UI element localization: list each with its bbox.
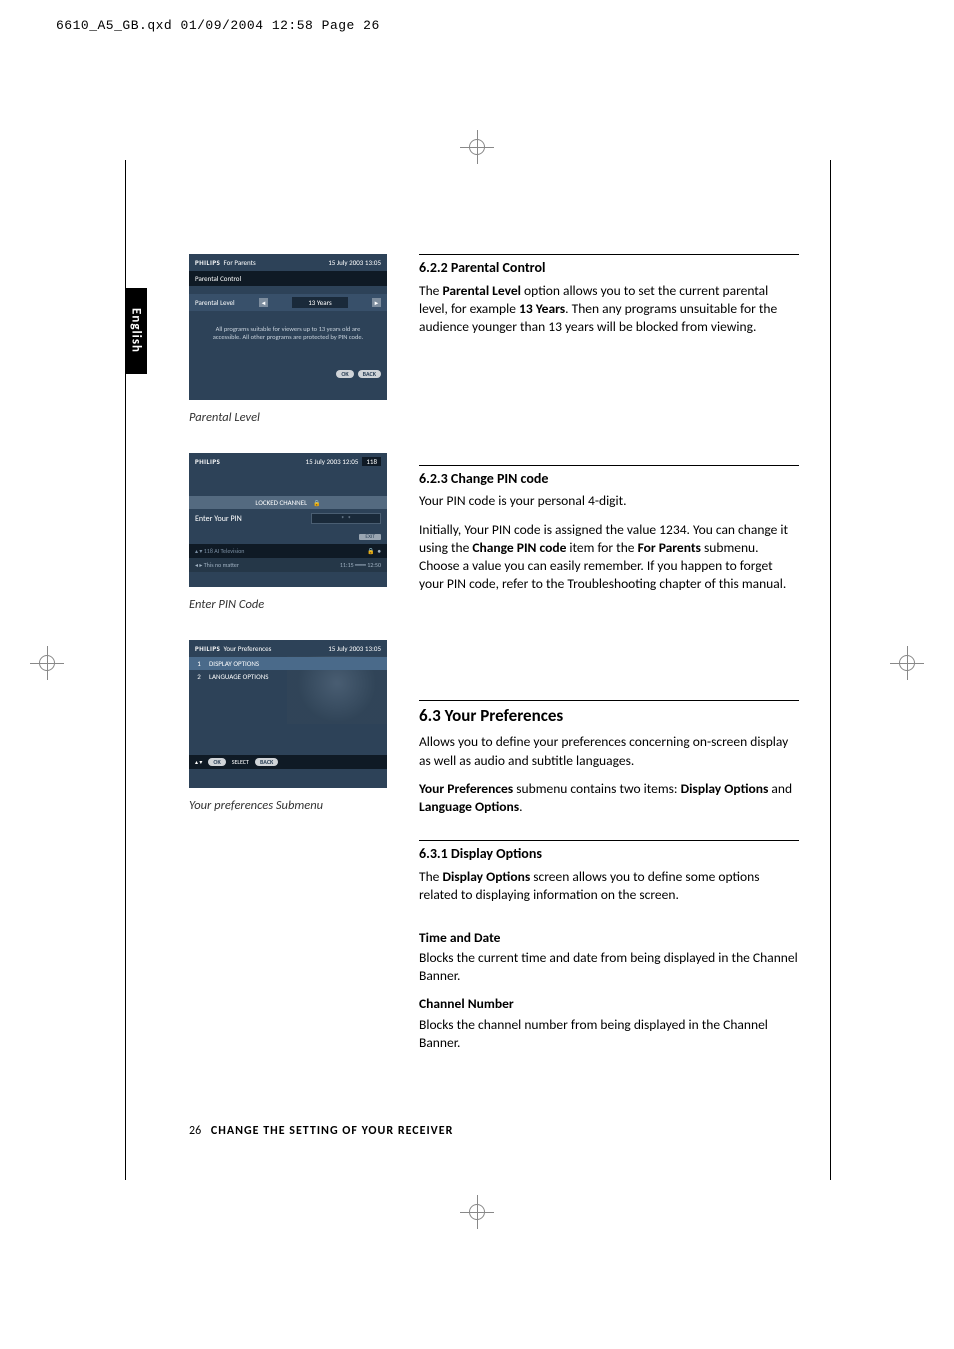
heading-6-3: 6.3 Your Preferences [419, 705, 799, 728]
subhead-time-date: Time and Date [419, 929, 799, 947]
heading-6-3-1: 6.3.1 Display Options [419, 845, 799, 864]
shot2-bot-time: 11:15 [340, 561, 354, 569]
record-icon [377, 547, 381, 555]
shot3-brand-sub: Your Preferences [224, 644, 272, 653]
caption-parental-level: Parental Level [189, 410, 387, 425]
shot2-channel-no: 118 [362, 457, 381, 466]
para-channel-number: Blocks the channel number from being dis… [419, 1016, 799, 1052]
shot2-prompt: Enter Your PIN [195, 514, 242, 524]
print-slug: 6610_A5_GB.qxd 01/09/2004 12:58 Page 26 [56, 18, 380, 33]
lock-icon [313, 498, 320, 507]
screenshot-enter-pin: PHILIPS 15 July 2003 12:05118 LOCKED CHA… [189, 453, 387, 587]
shot1-ok-button: OK [336, 370, 353, 378]
shot3-select: SELECT [232, 758, 249, 766]
language-tab: English [125, 288, 147, 374]
left-arrow-icon: ◄ [259, 298, 268, 307]
shot1-back-button: BACK [358, 370, 381, 378]
shot1-row-value: 13 Years [292, 297, 347, 308]
subhead-channel-number: Channel Number [419, 995, 799, 1013]
left-column: PHILIPS For Parents 15 July 2003 13:05 P… [189, 254, 387, 841]
shot2-bot-channel: 118 AI Television [204, 547, 245, 555]
right-arrow-icon: ► [372, 298, 381, 307]
shot3-datetime: 15 July 2003 13:05 [328, 644, 381, 653]
shot1-brand-sub: For Parents [224, 258, 256, 267]
footer-title: CHANGE THE SETTING OF YOUR RECEIVER [211, 1124, 454, 1138]
para-time-date: Blocks the current time and date from be… [419, 949, 799, 985]
para-6-3-1: The Display Options screen allows you to… [419, 868, 799, 904]
registration-mark-bottom [460, 1195, 494, 1229]
registration-mark-right [890, 646, 924, 680]
registration-mark-left [30, 646, 64, 680]
registration-mark-top [460, 130, 494, 164]
page-area: English PHILIPS For Parents 15 July 2003… [125, 160, 830, 1180]
shot3-brand: PHILIPS [195, 644, 220, 653]
shot2-brand: PHILIPS [195, 457, 220, 466]
right-column: 6.2.2 Parental Control The Parental Leve… [419, 254, 799, 1062]
shot3-ok-pill: OK [208, 758, 225, 766]
shot1-note: All programs suitable for viewers up to … [189, 311, 387, 366]
heading-6-2-3: 6.2.3 Change PIN code [419, 470, 799, 489]
updown-icon [195, 547, 202, 555]
para-6-3-a: Allows you to define your preferences co… [419, 733, 799, 769]
para-6-3-b: Your Preferences submenu contains two it… [419, 780, 799, 816]
shot1-menu-title: Parental Control [189, 271, 387, 286]
page-number: 26 [189, 1124, 201, 1138]
shot3-back-pill: BACK [255, 758, 278, 766]
para-6-2-2: The Parental Level option allows you to … [419, 282, 799, 337]
screenshot-your-preferences: PHILIPS Your Preferences 15 July 2003 13… [189, 640, 387, 788]
screenshot-parental-level: PHILIPS For Parents 15 July 2003 13:05 P… [189, 254, 387, 400]
shot3-item1: DISPLAY OPTIONS [209, 659, 259, 668]
shot3-item1-no: 1 [195, 659, 203, 668]
heading-6-2-2: 6.2.2 Parental Control [419, 259, 799, 278]
para-6-2-3-b: Initially, Your PIN code is assigned the… [419, 521, 799, 594]
shot1-datetime: 15 July 2003 13:05 [328, 258, 381, 267]
shot1-row-label: Parental Level [195, 298, 235, 307]
shot2-bot-prog: This no matter [204, 561, 239, 569]
para-6-2-3-a: Your PIN code is your personal 4-digit. [419, 492, 799, 510]
caption-enter-pin: Enter PIN Code [189, 597, 387, 612]
shot3-item2-no: 2 [195, 672, 203, 681]
lock-icon [367, 547, 374, 555]
shot3-item2: LANGUAGE OPTIONS [209, 672, 268, 681]
page-footer: 26 CHANGE THE SETTING OF YOUR RECEIVER [189, 1124, 453, 1138]
shot1-brand: PHILIPS [195, 258, 220, 267]
leftright-icon [195, 561, 202, 569]
shot2-locked-label: LOCKED CHANNEL [255, 498, 307, 507]
trim-line-right [830, 160, 831, 1180]
caption-your-preferences: Your preferences Submenu [189, 798, 387, 813]
shot2-datetime: 15 July 2003 12:05 [306, 457, 359, 466]
updown-icon [195, 758, 202, 766]
shot2-pin-field: ** [311, 513, 381, 524]
shot2-bot-end: 12:50 [367, 561, 381, 569]
shot2-exit-button: EXIT [359, 534, 381, 540]
